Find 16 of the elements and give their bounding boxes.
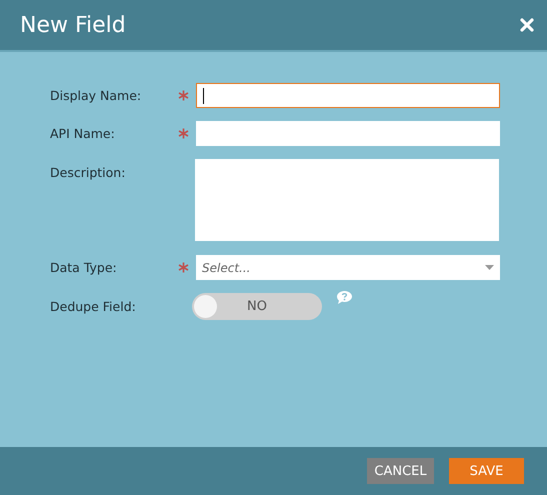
save-button[interactable]: SAVE bbox=[449, 458, 524, 484]
close-icon[interactable] bbox=[520, 18, 534, 32]
field-label: Dedupe Field: bbox=[50, 299, 137, 314]
help-icon[interactable] bbox=[336, 290, 353, 305]
text-area[interactable] bbox=[195, 159, 499, 241]
select-dropdown[interactable]: Select... bbox=[196, 255, 500, 280]
input-field[interactable] bbox=[196, 121, 500, 146]
field-label: API Name: bbox=[50, 126, 116, 141]
field-label: Description: bbox=[50, 165, 126, 180]
field-label: Display Name: bbox=[50, 88, 142, 103]
toggle-switch[interactable]: NO bbox=[192, 293, 322, 320]
input-field[interactable] bbox=[196, 83, 500, 108]
field-label: Data Type: bbox=[50, 260, 118, 275]
cancel-button[interactable]: CANCEL bbox=[367, 458, 434, 484]
window-title: New Field bbox=[20, 12, 126, 38]
caret-icon bbox=[485, 265, 494, 270]
